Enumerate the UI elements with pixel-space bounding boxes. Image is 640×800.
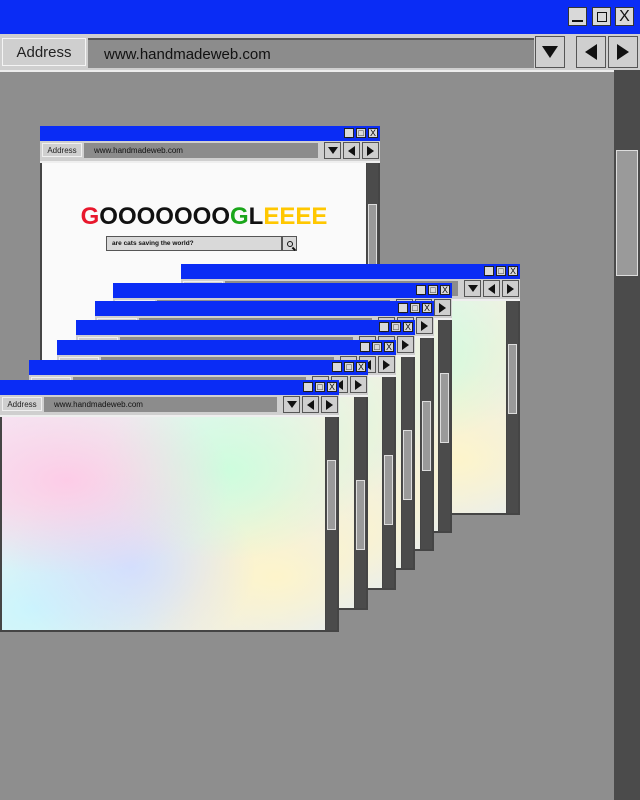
logo-letter: O [99,203,118,230]
window-address-bar: Address www.handmadeweb.com [0,395,339,417]
maximize-icon[interactable]: □ [410,303,420,313]
forward-button[interactable] [397,336,414,353]
window-title-bar: _ □ X [0,380,339,395]
close-icon[interactable]: X [368,128,378,138]
close-icon[interactable]: X [440,285,450,295]
window-title-bar: _ □ X [95,301,434,316]
forward-button[interactable] [434,299,451,316]
minimize-icon[interactable]: _ [303,382,313,392]
close-icon[interactable]: X [508,266,518,276]
scrollbar-thumb[interactable] [403,430,412,500]
address-label: Address [2,397,42,411]
maximize-button[interactable] [592,7,611,26]
maximize-icon[interactable]: □ [315,382,325,392]
minimize-button[interactable] [568,7,587,26]
url-dropdown-button[interactable] [324,142,341,159]
back-button[interactable] [343,142,360,159]
window-title-bar: _ □ X [181,264,520,279]
logo-letter: O [192,203,212,230]
window-title-bar: _ □ X [76,320,415,335]
minimize-icon[interactable]: _ [379,322,389,332]
iridescent-content [2,417,325,630]
minimize-icon[interactable]: _ [344,128,354,138]
logo-letter: E [263,203,280,230]
browser-window-iridescent[interactable]: _ □ X Address www.handmadeweb.com [0,380,339,632]
url-dropdown-button[interactable] [535,36,565,68]
forward-button[interactable] [502,280,519,297]
close-icon[interactable]: X [356,362,366,372]
logo-letter: G [229,203,249,230]
window-title-bar: _ □ X [57,340,396,355]
address-label: Address [2,38,86,66]
logo-letter: O [117,203,137,230]
logo-letter: O [155,203,174,230]
logo-letter: O [211,203,230,230]
scrollbar-thumb[interactable] [356,480,365,550]
logo-letter: L [248,203,264,230]
logo-letter: E [311,203,328,230]
arrow-left-icon [585,44,597,60]
scrollbar-thumb[interactable] [384,455,393,525]
logo-letter: O [136,203,156,230]
logo-letter: E [295,203,312,230]
search-button[interactable] [282,236,297,251]
url-input[interactable]: www.handmadeweb.com [44,397,277,412]
url-input[interactable]: www.handmadeweb.com [88,38,534,68]
search-icon [286,240,293,247]
close-icon[interactable]: X [403,322,413,332]
forward-button[interactable] [362,142,379,159]
maximize-icon[interactable]: □ [391,322,401,332]
window-address-bar: Address www.handmadeweb.com [40,141,380,163]
search-logo: GOOOOOOOGLEEEE [42,203,366,231]
close-button[interactable]: X [615,7,634,26]
minimize-icon[interactable]: _ [360,342,370,352]
close-icon[interactable]: X [422,303,432,313]
scrollbar-thumb[interactable] [422,401,431,471]
main-title-bar: X [0,0,640,34]
logo-letter: G [80,203,100,230]
minimize-icon[interactable]: _ [332,362,342,372]
minimize-icon [572,19,583,22]
url-dropdown-button[interactable] [464,280,481,297]
maximize-icon[interactable]: □ [496,266,506,276]
url-input[interactable]: www.handmadeweb.com [84,143,318,158]
minimize-icon[interactable]: _ [484,266,494,276]
chevron-down-icon [542,46,558,58]
forward-button[interactable] [350,376,367,393]
maximize-icon[interactable]: □ [344,362,354,372]
scrollbar-thumb[interactable] [616,150,638,276]
arrow-right-icon [617,44,629,60]
forward-button[interactable] [321,396,338,413]
forward-button[interactable] [608,36,638,68]
back-button[interactable] [302,396,319,413]
back-button[interactable] [483,280,500,297]
maximize-icon [596,11,607,22]
maximize-icon[interactable]: □ [372,342,382,352]
window-title-bar: _ □ X [40,126,380,141]
maximize-icon[interactable]: □ [428,285,438,295]
search-input[interactable]: are cats saving the world? [106,236,282,251]
logo-letter: O [173,203,193,230]
scrollbar-thumb[interactable] [508,344,517,414]
forward-button[interactable] [378,356,395,373]
url-dropdown-button[interactable] [283,396,300,413]
forward-button[interactable] [416,317,433,334]
scrollbar-thumb[interactable] [327,460,336,530]
minimize-icon[interactable]: _ [398,303,408,313]
scrollbar-thumb[interactable] [440,373,449,443]
minimize-icon[interactable]: _ [416,285,426,295]
window-title-bar: _ □ X [29,360,368,375]
close-icon[interactable]: X [384,342,394,352]
address-label: Address [42,143,82,157]
maximize-icon[interactable]: □ [356,128,366,138]
logo-letter: E [279,203,296,230]
window-title-bar: _ □ X [113,283,452,298]
close-icon[interactable]: X [327,382,337,392]
back-button[interactable] [576,36,606,68]
